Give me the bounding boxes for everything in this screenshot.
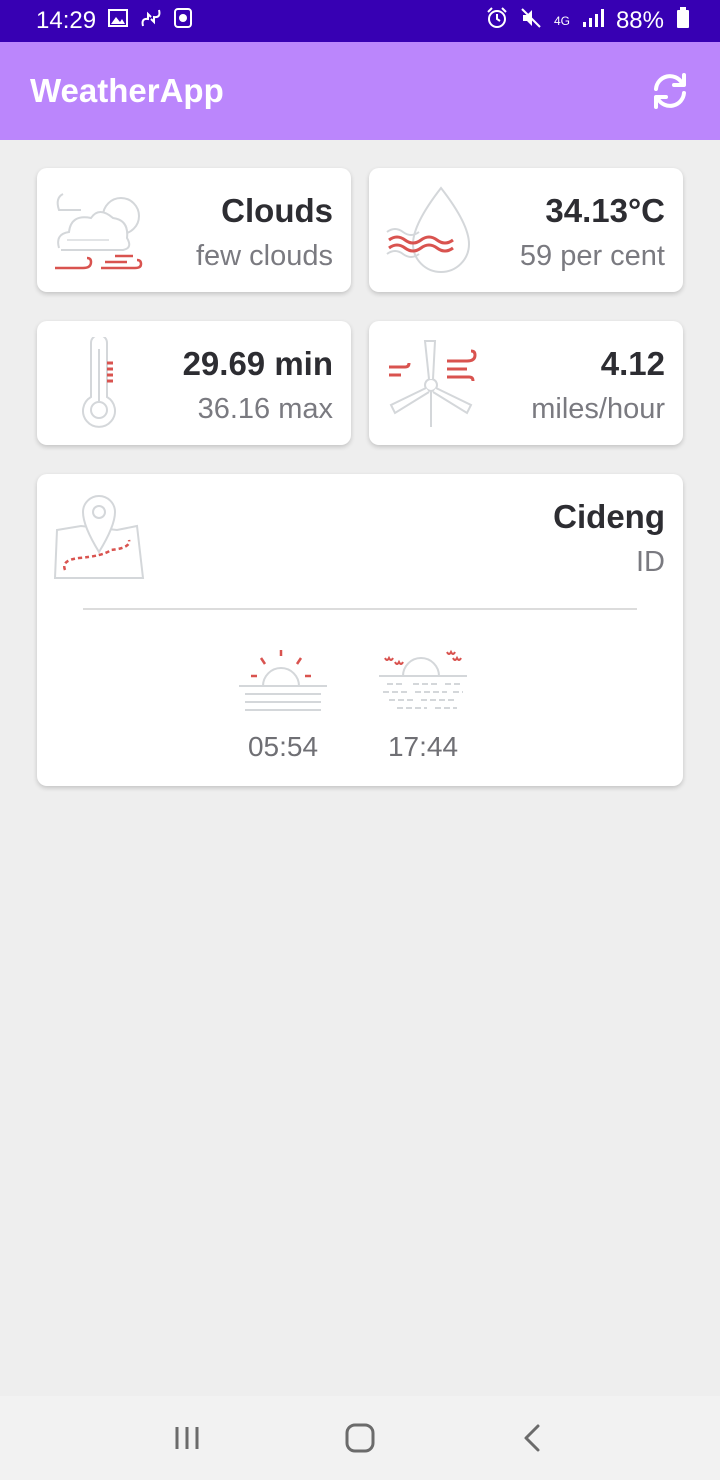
app-title: WeatherApp xyxy=(30,72,224,109)
divider xyxy=(83,608,637,610)
sunset-icon xyxy=(379,649,467,709)
home-icon xyxy=(345,1423,375,1453)
temperature-card: 29.69 min 36.16 max xyxy=(37,321,351,445)
condition-card: Clouds few clouds xyxy=(37,168,351,292)
refresh-button[interactable] xyxy=(646,67,694,115)
back-button[interactable] xyxy=(503,1408,563,1468)
wind-speed: 4.12 xyxy=(600,345,665,382)
humidity-sub: 59 per cent xyxy=(519,240,665,272)
wind-unit: miles/hour xyxy=(531,393,665,425)
cloud-sync-icon xyxy=(140,7,162,35)
battery-icon xyxy=(676,6,690,36)
refresh-icon xyxy=(654,73,686,109)
screen-record-icon xyxy=(174,7,193,35)
map-pin-icon xyxy=(53,492,145,585)
sunrise-icon xyxy=(239,650,327,711)
alarm-icon xyxy=(486,6,508,36)
system-nav-bar xyxy=(0,1396,720,1480)
signal-icon xyxy=(582,7,604,35)
condition-description: few clouds xyxy=(195,240,333,272)
status-bar: 14:29 4G 88% xyxy=(0,0,720,42)
humidity-drop-icon xyxy=(383,184,479,281)
temperature-max: 36.16 max xyxy=(197,393,333,425)
status-time: 14:29 xyxy=(36,7,97,34)
humidity-main: 34.13°C xyxy=(545,192,665,229)
thermometer-icon xyxy=(79,334,119,434)
home-button[interactable] xyxy=(330,1408,390,1468)
network-label: 4G xyxy=(553,14,570,28)
image-icon xyxy=(108,7,129,35)
mute-icon xyxy=(520,7,542,36)
sunset-time: 17:44 xyxy=(387,731,459,762)
temperature-min: 29.69 min xyxy=(182,345,333,382)
sunset-item: 17:44 xyxy=(373,646,473,763)
humidity-card: 34.13°C 59 per cent xyxy=(369,168,683,292)
sunrise-item: 05:54 xyxy=(233,646,333,763)
country-code: ID xyxy=(636,546,665,578)
recent-apps-button[interactable] xyxy=(157,1408,217,1468)
city-name: Cideng xyxy=(553,498,665,535)
recent-apps-icon xyxy=(175,1427,199,1449)
condition-main: Clouds xyxy=(221,192,333,229)
cloud-wind-icon xyxy=(53,188,145,279)
location-card: Cideng ID 05:54 17:44 xyxy=(37,474,683,786)
wind-card: 4.12 miles/hour xyxy=(369,321,683,445)
app-bar: WeatherApp xyxy=(0,42,720,140)
sunrise-time: 05:54 xyxy=(247,731,319,762)
back-icon xyxy=(524,1424,540,1452)
battery-percent: 88% xyxy=(615,7,664,34)
wind-turbine-icon xyxy=(385,337,479,434)
